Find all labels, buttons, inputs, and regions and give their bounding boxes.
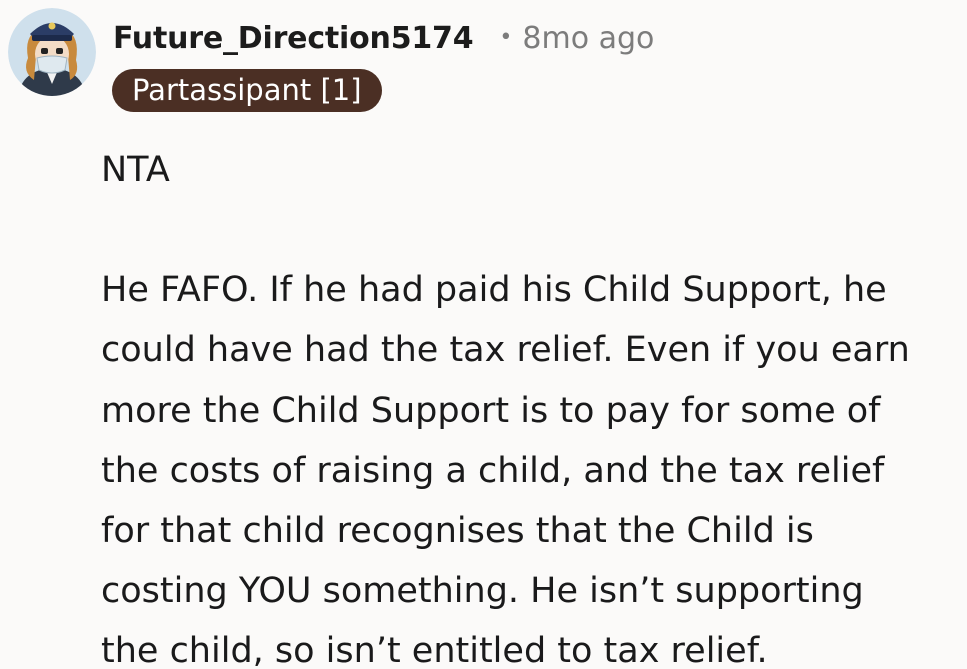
comment-body: NTA He FAFO. If he had paid his Child Su… [101,140,963,669]
comment: Future_Direction5174 • 8mo ago Partassip… [0,0,967,669]
comment-line: He FAFO. If he had paid his Child Suppor… [101,270,887,311]
author-username[interactable]: Future_Direction5174 [113,21,474,56]
comment-line: for that child recognises that the Child… [101,511,814,552]
comment-line: the costs of raising a child, and the ta… [101,450,885,491]
user-avatar[interactable] [8,8,96,96]
avatar-image [8,8,96,96]
comment-line: could have had the tax relief. Even if y… [101,330,910,371]
comment-timestamp[interactable]: 8mo ago [522,21,654,56]
meta-separator: • [499,24,513,50]
comment-line: costing YOU something. He isn’t supporti… [101,571,864,612]
comment-line: the child, so isn’t entitled to tax reli… [101,631,768,669]
comment-line: more the Child Support is to pay for som… [101,390,881,431]
comment-paragraph: NTA [101,150,170,190]
user-flair: Partassipant [1] [112,69,382,112]
comment-header: Future_Direction5174 • 8mo ago [113,14,654,62]
